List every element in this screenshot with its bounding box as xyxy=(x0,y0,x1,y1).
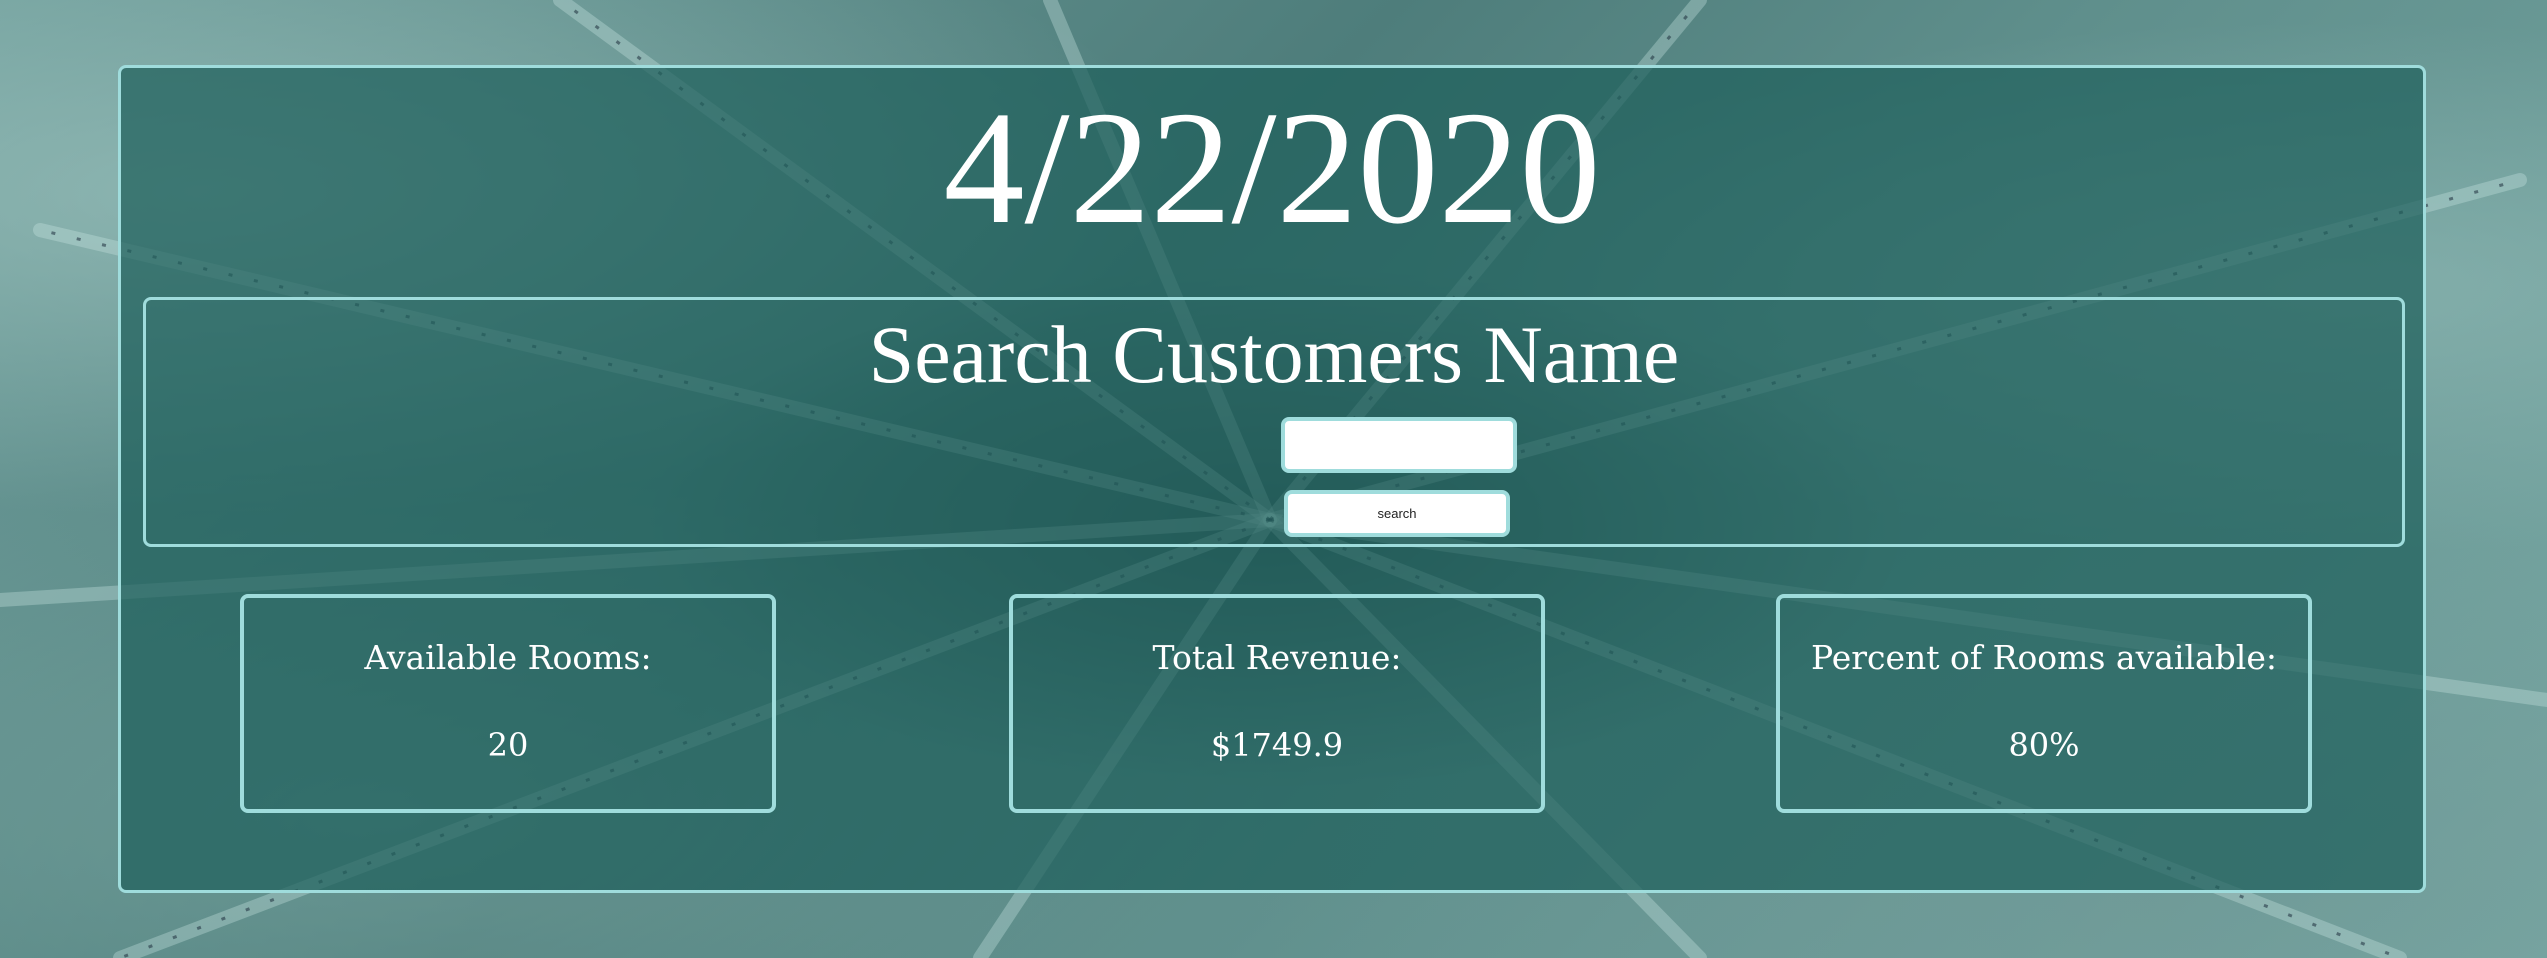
percent-rooms-available-value: 80% xyxy=(2008,726,2080,764)
total-revenue-value: $1749.9 xyxy=(1210,726,1344,764)
available-rooms-value: 20 xyxy=(487,726,529,764)
page-date-heading: 4/22/2020 xyxy=(943,79,1601,258)
percent-rooms-available-label: Percent of Rooms available: xyxy=(1810,638,2277,677)
available-rooms-card: Available Rooms: 20 xyxy=(240,594,776,813)
customer-search-section: Search Customers Name search xyxy=(143,297,2405,547)
dashboard-panel: 4/22/2020 Search Customers Name search A… xyxy=(118,65,2426,893)
search-section-title: Search Customers Name xyxy=(868,309,1680,400)
available-rooms-label: Available Rooms: xyxy=(364,638,652,677)
total-revenue-label: Total Revenue: xyxy=(1152,638,1402,677)
search-button[interactable]: search xyxy=(1284,490,1510,537)
percent-rooms-available-card: Percent of Rooms available: 80% xyxy=(1776,594,2312,813)
total-revenue-card: Total Revenue: $1749.9 xyxy=(1009,594,1545,813)
customer-name-input[interactable] xyxy=(1281,417,1517,473)
